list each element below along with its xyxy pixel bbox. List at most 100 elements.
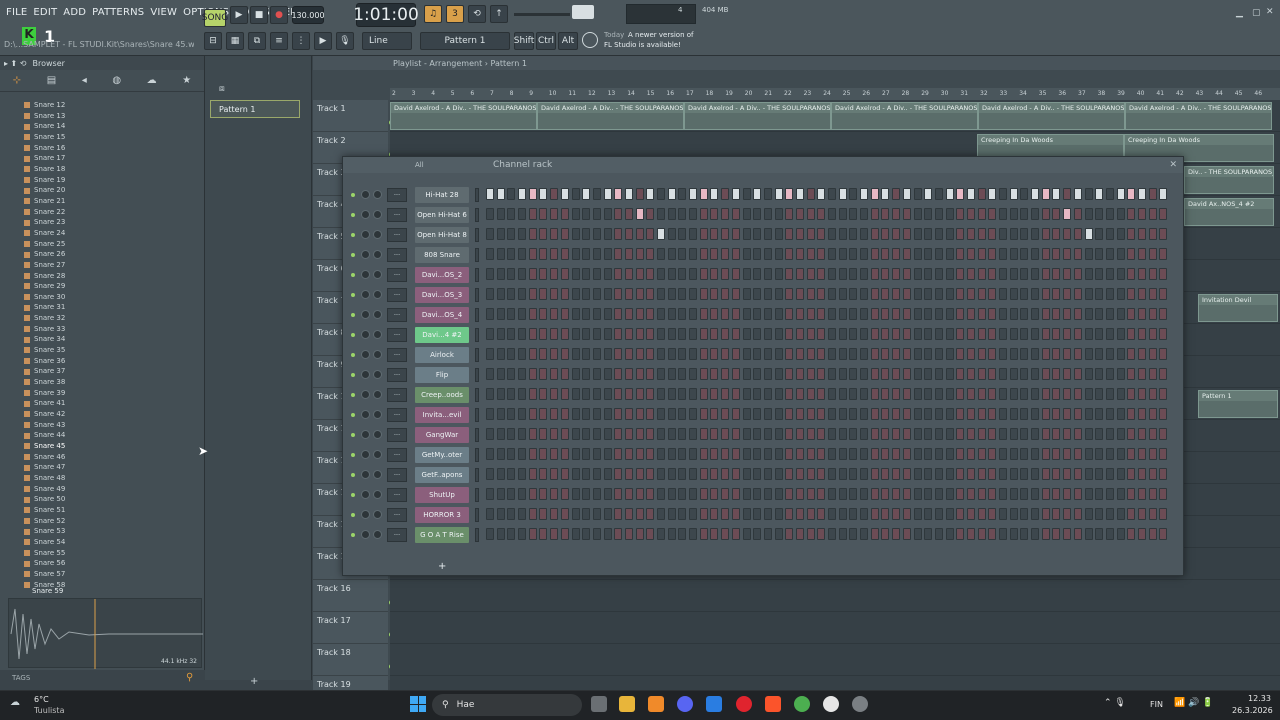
step-button[interactable] [721,388,730,400]
step-button[interactable] [646,288,655,300]
step-button[interactable] [592,508,601,520]
step-button[interactable] [817,428,826,440]
step-button[interactable] [1116,268,1125,280]
step-button[interactable] [689,268,698,280]
master-pitch-slider[interactable] [572,5,594,19]
step-button[interactable] [892,308,901,320]
step-button[interactable] [699,328,708,340]
step-button[interactable] [528,328,537,340]
step-button[interactable] [528,388,537,400]
step-button[interactable] [870,248,879,260]
step-button[interactable] [1127,388,1136,400]
step-button[interactable] [956,488,965,500]
step-button[interactable] [550,348,559,360]
tray-icons[interactable]: ⌃ 🎙 [1104,698,1126,708]
step-button[interactable] [1009,308,1018,320]
step-button[interactable] [624,488,633,500]
step-button[interactable] [774,368,783,380]
step-button[interactable] [539,308,548,320]
browser-item[interactable]: Snare 44 [0,430,205,441]
step-button[interactable] [870,368,879,380]
step-button[interactable] [870,308,879,320]
step-button[interactable] [1105,428,1114,440]
step-button[interactable] [902,488,911,500]
step-button[interactable] [977,308,986,320]
step-button[interactable] [646,328,655,340]
step-button[interactable] [1052,528,1061,540]
step-button[interactable] [1073,268,1082,280]
step-button[interactable] [614,428,623,440]
step-button[interactable] [635,188,644,200]
step-button[interactable] [1137,248,1146,260]
step-button[interactable] [881,508,890,520]
step-button[interactable] [785,228,794,240]
step-button[interactable] [795,308,804,320]
mic-button[interactable]: 🎙 [336,32,354,50]
step-button[interactable] [1020,368,1029,380]
step-button[interactable] [678,188,687,200]
step-button[interactable] [624,328,633,340]
step-button[interactable] [571,408,580,420]
step-button[interactable] [1084,388,1093,400]
step-button[interactable] [902,408,911,420]
step-button[interactable] [902,368,911,380]
step-button[interactable] [1009,388,1018,400]
step-button[interactable] [774,308,783,320]
browser-item[interactable]: Snare 18 [0,164,205,175]
step-button[interactable] [860,428,869,440]
channel-row[interactable]: --- GetMy..oter [343,445,1183,465]
pan-knob[interactable] [361,190,370,199]
step-button[interactable] [881,448,890,460]
step-button[interactable] [1020,228,1029,240]
step-button[interactable] [699,348,708,360]
channel-name-button[interactable]: Davi...OS_4 [415,307,469,323]
step-button[interactable] [902,268,911,280]
step-button[interactable] [1127,468,1136,480]
step-button[interactable] [731,408,740,420]
step-button[interactable] [924,488,933,500]
step-button[interactable] [1095,428,1104,440]
step-button[interactable] [518,388,527,400]
channel-select[interactable] [475,528,479,542]
step-button[interactable] [731,508,740,520]
step-button[interactable] [870,348,879,360]
step-button[interactable] [977,188,986,200]
step-button[interactable] [977,348,986,360]
step-button[interactable] [860,348,869,360]
step-button[interactable] [1137,308,1146,320]
step-button[interactable] [507,288,516,300]
step-button[interactable] [1063,508,1072,520]
step-button[interactable] [753,188,762,200]
step-button[interactable] [1148,528,1157,540]
step-button[interactable] [902,288,911,300]
step-button[interactable] [763,428,772,440]
step-button[interactable] [1084,268,1093,280]
step-button[interactable] [1052,348,1061,360]
step-button[interactable] [646,248,655,260]
channel-row[interactable]: --- ShutUp [343,485,1183,505]
volume-knob[interactable] [373,390,382,399]
step-button[interactable] [1020,388,1029,400]
channel-name-button[interactable]: GetF..apons [415,467,469,483]
step-button[interactable] [966,468,975,480]
step-button[interactable] [603,448,612,460]
step-button[interactable] [667,408,676,420]
step-button[interactable] [1009,188,1018,200]
step-button[interactable] [785,308,794,320]
step-button[interactable] [624,368,633,380]
step-button[interactable] [560,268,569,280]
step-button[interactable] [1137,228,1146,240]
step-button[interactable] [913,488,922,500]
step-button[interactable] [635,368,644,380]
playlist-clip[interactable]: David Axelrod - A Div.. - THE SOULPARANO… [390,102,537,130]
step-button[interactable] [1159,248,1168,260]
step-button[interactable] [624,428,633,440]
step-button[interactable] [934,448,943,460]
step-button[interactable] [881,388,890,400]
step-button[interactable] [763,388,772,400]
step-button[interactable] [582,268,591,280]
step-button[interactable] [924,448,933,460]
news-line3[interactable]: FL Studio is available! [604,41,681,49]
step-button[interactable] [828,248,836,260]
step-button[interactable] [785,488,794,500]
